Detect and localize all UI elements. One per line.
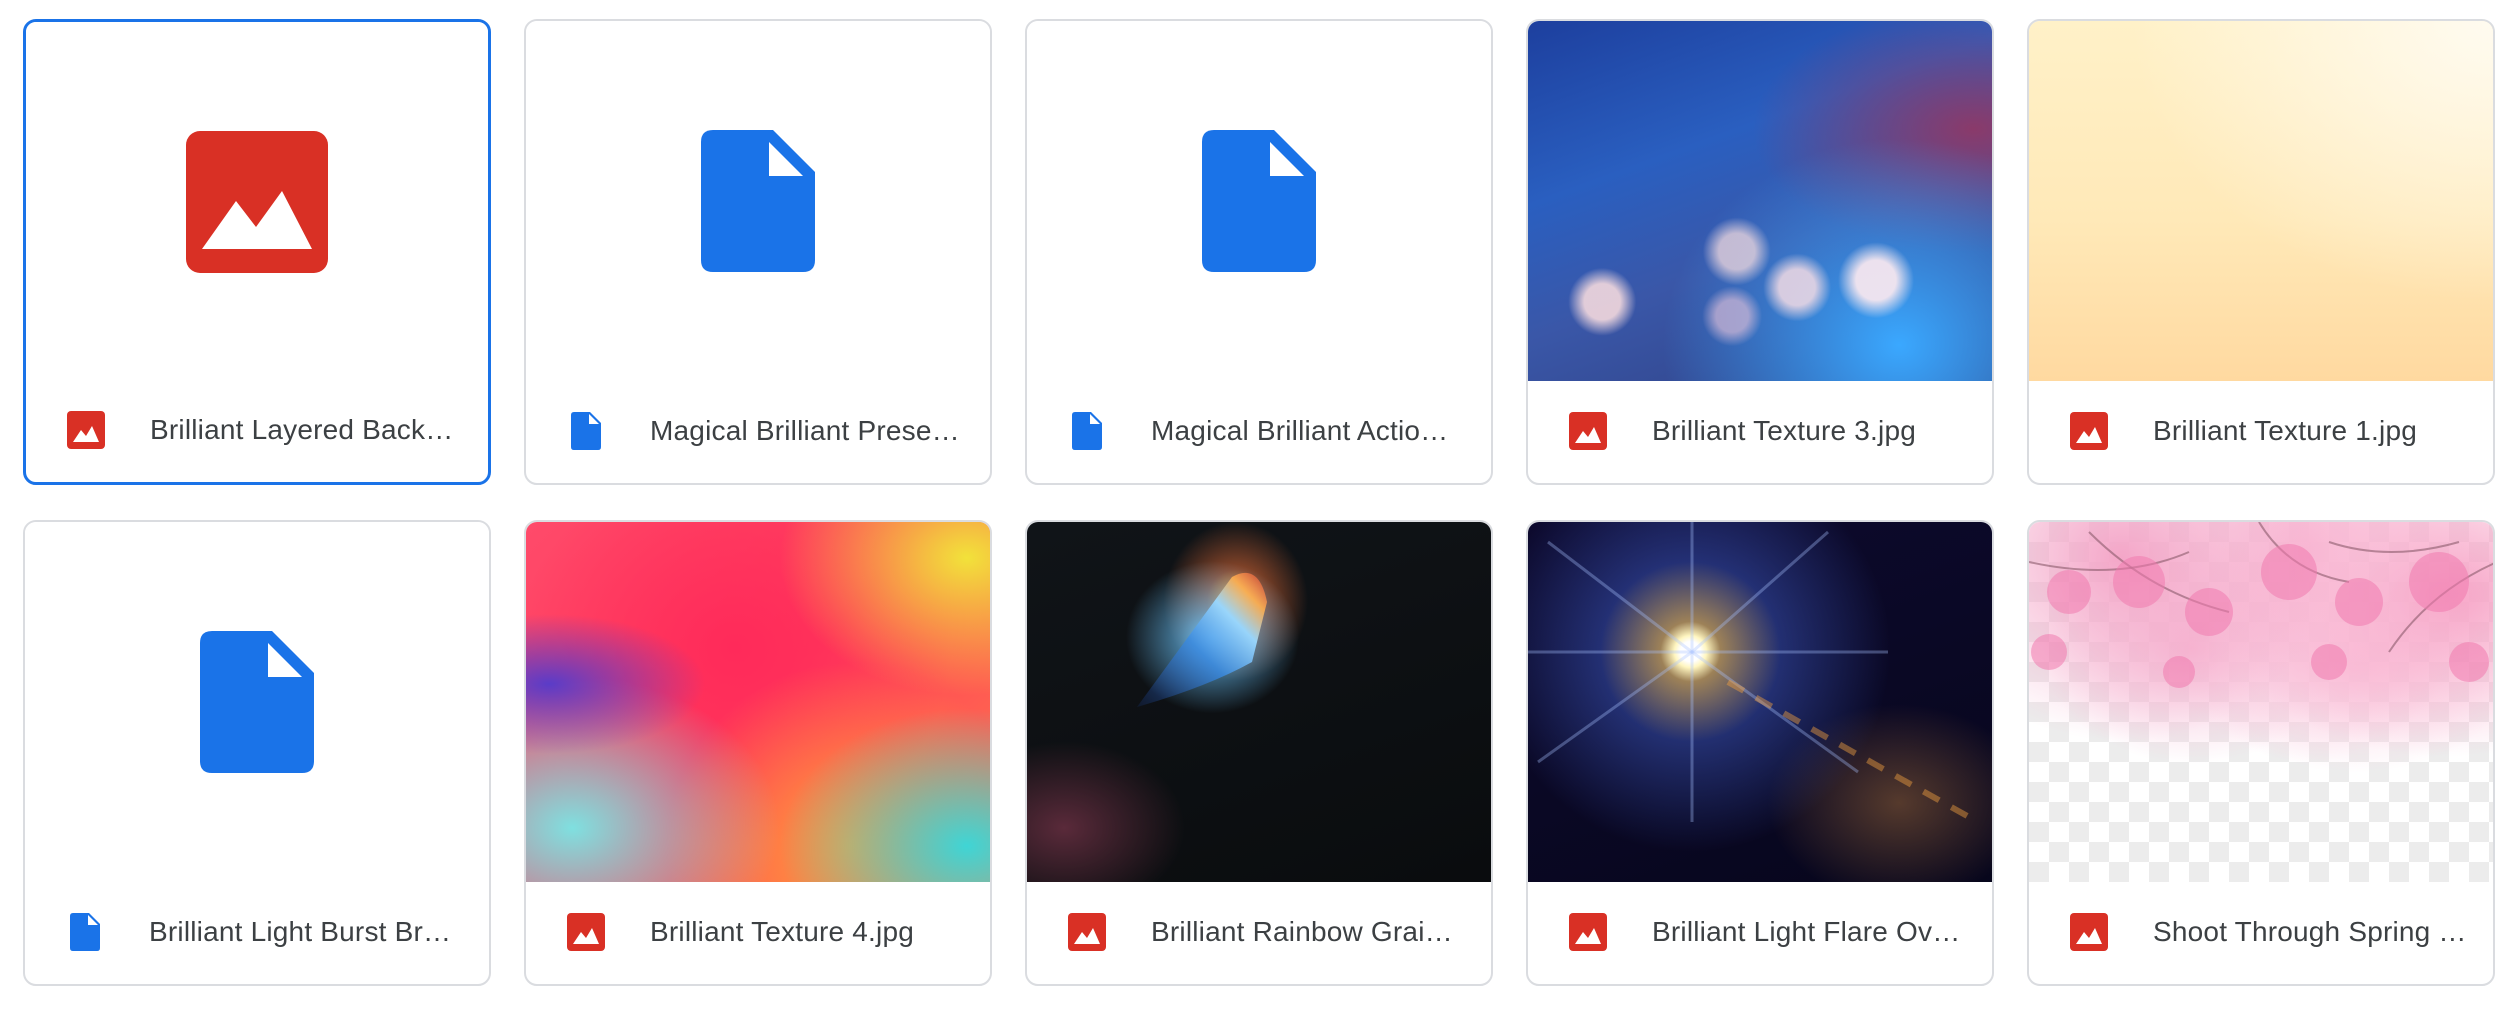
flare-rays-shape — [1528, 522, 1980, 825]
file-preview — [25, 522, 489, 882]
image-file-icon — [1568, 411, 1608, 451]
file-title: Brilliant Texture 3.jpg — [1652, 415, 1916, 446]
file-footer: Brilliant Texture 1.jpg — [2029, 379, 2493, 483]
file-card[interactable]: Brilliant Layered Backg… — [23, 19, 491, 485]
file-footer: Brilliant Texture 3.jpg — [1528, 379, 1992, 483]
file-footer: Magical Brilliant Prese… — [526, 379, 990, 483]
lens-flare-burst-thumbnail — [1528, 522, 1992, 882]
large-document-icon — [701, 130, 815, 272]
file-card[interactable]: Brilliant Light Flare Ov… — [1526, 520, 1994, 986]
file-preview — [26, 22, 488, 382]
file-card[interactable]: Magical Brilliant Prese… — [524, 19, 992, 485]
file-footer: Brilliant Light Flare Ov… — [1528, 880, 1992, 984]
image-file-icon — [1568, 912, 1608, 952]
image-file-icon — [2069, 411, 2109, 451]
document-file-icon — [566, 411, 606, 451]
file-footer: Magical Brilliant Actio… — [1027, 379, 1491, 483]
file-card[interactable]: Brilliant Light Burst Br… — [23, 520, 491, 986]
file-title: Brilliant Light Burst Br… — [149, 916, 452, 947]
file-title: Magical Brilliant Actio… — [1151, 415, 1449, 446]
file-title: Shoot Through Spring … — [2153, 916, 2467, 947]
large-document-icon — [200, 631, 314, 773]
file-card[interactable]: Magical Brilliant Actio… — [1025, 19, 1493, 485]
cream-gradient-texture-thumbnail — [2029, 21, 2493, 381]
file-footer: Shoot Through Spring … — [2029, 880, 2493, 984]
file-card[interactable]: Brilliant Texture 1.jpg — [2027, 19, 2495, 485]
file-grid: Brilliant Layered Backg… Magical Brillia… — [0, 0, 2514, 1014]
rainbow-prism-leak-thumbnail — [1027, 522, 1491, 882]
file-preview — [526, 21, 990, 381]
file-footer: Brilliant Layered Backg… — [26, 378, 488, 482]
image-file-icon — [66, 410, 106, 450]
image-file-icon — [1067, 912, 1107, 952]
document-file-icon — [1067, 411, 1107, 451]
file-title: Brilliant Light Flare Ov… — [1652, 916, 1961, 947]
document-file-icon — [65, 912, 105, 952]
file-title: Brilliant Texture 4.jpg — [650, 916, 914, 947]
file-footer: Brilliant Light Burst Br… — [25, 880, 489, 984]
blue-bokeh-texture-thumbnail — [1528, 21, 1992, 381]
file-card[interactable]: Brilliant Texture 4.jpg — [524, 520, 992, 986]
image-file-icon — [566, 912, 606, 952]
file-title: Brilliant Rainbow Grain… — [1151, 916, 1467, 947]
file-card[interactable]: Brilliant Rainbow Grain… — [1025, 520, 1493, 986]
file-preview — [1027, 21, 1491, 381]
file-card[interactable]: Brilliant Texture 3.jpg — [1526, 19, 1994, 485]
file-title: Magical Brilliant Prese… — [650, 415, 960, 446]
rainbow-watercolor-texture-thumbnail — [526, 522, 990, 882]
blossom-branches-shape — [2029, 522, 2493, 688]
large-image-placeholder-icon — [186, 131, 328, 273]
cherry-blossom-overlay-thumbnail — [2029, 522, 2493, 882]
file-title: Brilliant Layered Backg… — [150, 414, 464, 445]
image-file-icon — [2069, 912, 2109, 952]
prism-streak-shape — [1137, 572, 1267, 707]
file-footer: Brilliant Texture 4.jpg — [526, 880, 990, 984]
file-title: Brilliant Texture 1.jpg — [2153, 415, 2417, 446]
file-card[interactable]: Shoot Through Spring … — [2027, 520, 2495, 986]
large-document-icon — [1202, 130, 1316, 272]
file-footer: Brilliant Rainbow Grain… — [1027, 880, 1491, 984]
